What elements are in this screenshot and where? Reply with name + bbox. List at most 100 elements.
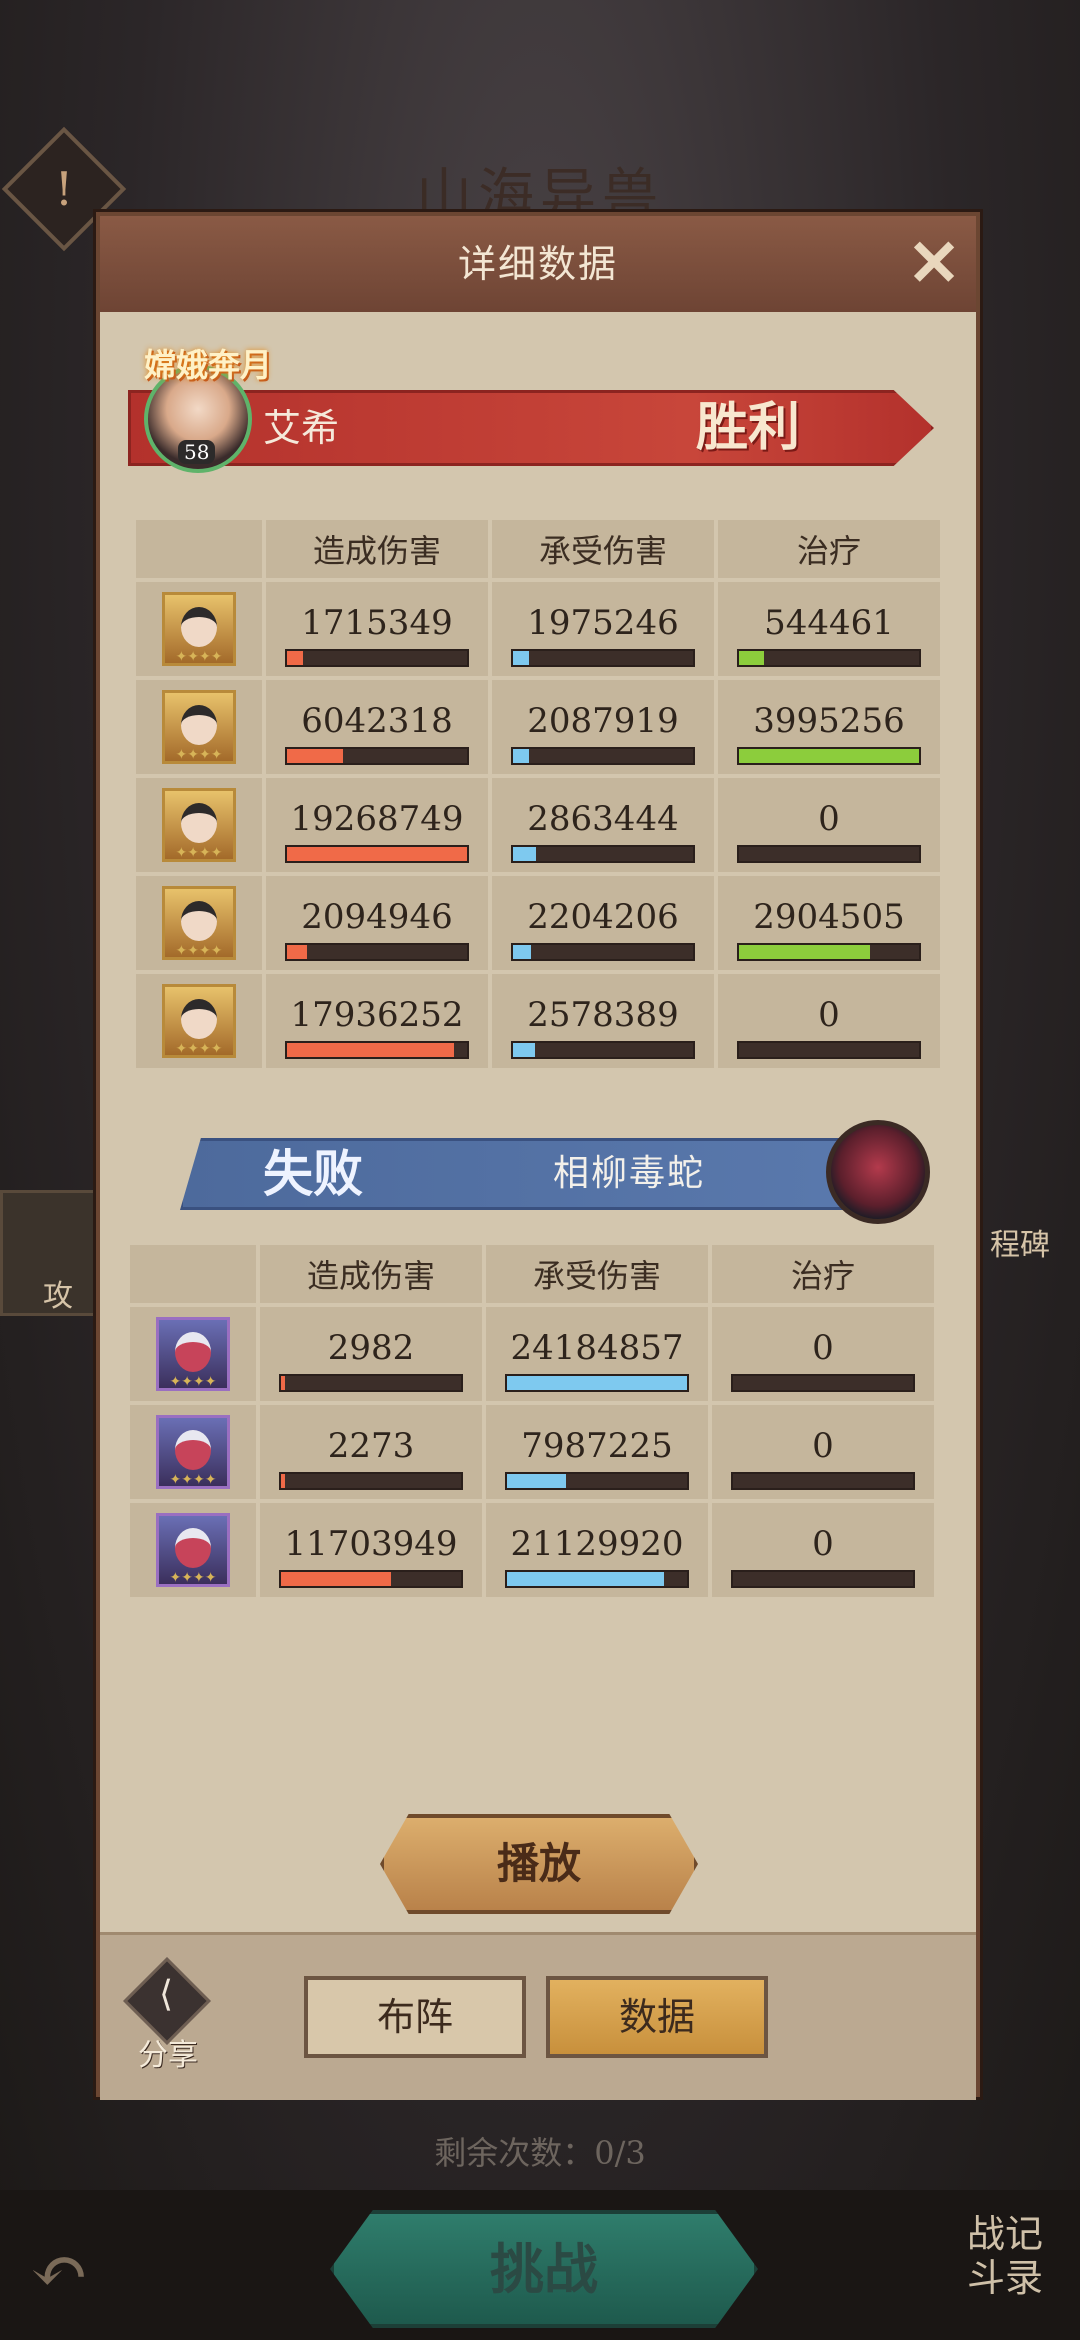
damage-taken-bar [511,845,695,863]
star-icon: ✦✦✦✦ [169,1570,217,1586]
healing-value: 0 [812,1328,834,1368]
damage-dealt-bar [279,1472,463,1490]
header-damage-dealt: 造成伤害 [266,520,488,578]
table-row: ✦✦✦✦ 17936252 2578389 0 [136,974,940,1068]
table-row: ✦✦✦✦ 19268749 2863444 0 [136,778,940,872]
header-damage-dealt: 造成伤害 [260,1245,482,1303]
loser-result: 失败 [263,1144,363,1203]
panel-title: 详细数据 [457,242,618,286]
damage-taken-value: 2578389 [527,995,679,1035]
side-right-label: 程碑 [990,1228,1050,1263]
share-icon: ⟨ [158,1974,174,2015]
healing-bar [737,943,921,961]
play-button[interactable]: 播放 [380,1814,698,1914]
damage-dealt-bar [285,845,469,863]
loser-name: 相柳毒蛇 [553,1153,706,1194]
side-button-left[interactable]: 攻 [0,1190,106,1316]
damage-dealt-bar-fill [287,651,304,665]
damage-dealt-cell: 1715349 [266,582,488,676]
side-button-right[interactable]: 程碑 [990,1220,1080,1320]
portrait-face [181,803,217,843]
winner-result: 胜利 [696,397,801,458]
portrait-face [175,1528,211,1568]
unit-cell: ✦✦✦✦ [136,876,262,970]
unit-cell: ✦✦✦✦ [130,1503,256,1597]
damage-taken-bar [505,1570,689,1588]
damage-dealt-value: 2094946 [301,897,453,937]
healing-bar-fill [739,651,765,665]
battle-record-button[interactable]: 战记斗录 [950,2212,1060,2300]
damage-dealt-cell: 17936252 [266,974,488,1068]
remaining-attempts: 剩余次数：0/3 [434,2134,646,2172]
damage-dealt-cell: 2273 [260,1405,482,1499]
star-icon: ✦✦✦✦ [175,649,223,665]
healing-cell: 0 [712,1503,934,1597]
healing-value: 0 [812,1426,834,1466]
healing-cell: 544461 [718,582,940,676]
healing-cell: 0 [718,974,940,1068]
star-icon: ✦✦✦✦ [175,845,223,861]
portrait-face [181,999,217,1039]
healing-cell: 2904505 [718,876,940,970]
damage-dealt-bar-fill [287,945,307,959]
lineup-tab-button[interactable]: 布阵 [304,1976,526,2058]
damage-taken-value: 2087919 [527,701,679,741]
star-icon: ✦✦✦✦ [169,1374,217,1390]
damage-dealt-value: 6042318 [301,701,453,741]
damage-dealt-value: 19268749 [290,799,464,839]
portrait-face [181,705,217,745]
table-row: ✦✦✦✦ 1715349 1975246 544461 [136,582,940,676]
damage-dealt-cell: 6042318 [266,680,488,774]
unit-cell: ✦✦✦✦ [130,1307,256,1401]
portrait-face [175,1430,211,1470]
header-healing: 治疗 [712,1245,934,1303]
table-row: ✦✦✦✦ 6042318 2087919 3995256 [136,680,940,774]
close-button[interactable]: ✕ [902,232,966,296]
background-title: 山海异兽 [416,163,664,228]
damage-dealt-cell: 2094946 [266,876,488,970]
unit-portrait[interactable]: ✦✦✦✦ [156,1415,230,1489]
damage-taken-bar-fill [507,1474,567,1488]
unit-portrait[interactable]: ✦✦✦✦ [162,788,236,862]
panel-footer [100,1932,976,2100]
damage-taken-bar [511,1041,695,1059]
unit-portrait[interactable]: ✦✦✦✦ [162,592,236,666]
healing-value: 2904505 [753,897,905,937]
header-damage-taken: 承受伤害 [492,520,714,578]
unit-portrait[interactable]: ✦✦✦✦ [162,886,236,960]
unit-portrait[interactable]: ✦✦✦✦ [162,690,236,764]
unit-portrait[interactable]: ✦✦✦✦ [162,984,236,1058]
healing-bar [731,1570,915,1588]
damage-dealt-bar-fill [281,1376,285,1390]
unit-cell: ✦✦✦✦ [130,1405,256,1499]
winner-level: 58 [178,440,216,464]
damage-taken-bar-fill [513,945,531,959]
portrait-face [175,1332,211,1372]
damage-dealt-cell: 2982 [260,1307,482,1401]
header-icon-cell [136,520,262,578]
damage-taken-bar-fill [513,651,530,665]
table-row: ✦✦✦✦ 2982 24184857 0 [130,1307,934,1401]
challenge-button[interactable]: 挑战 [330,2210,758,2328]
healing-bar [737,1041,921,1059]
damage-dealt-value: 11703949 [284,1524,458,1564]
star-icon: ✦✦✦✦ [175,943,223,959]
unit-portrait[interactable]: ✦✦✦✦ [156,1317,230,1391]
damage-dealt-bar-fill [281,1572,391,1586]
star-icon: ✦✦✦✦ [175,747,223,763]
damage-dealt-cell: 19268749 [266,778,488,872]
healing-value: 3995256 [753,701,905,741]
damage-taken-bar [505,1374,689,1392]
damage-taken-bar-fill [513,749,530,763]
healing-value: 544461 [764,603,894,643]
damage-taken-bar-fill [507,1376,687,1390]
data-tab-button[interactable]: 数据 [546,1976,768,2058]
unit-portrait[interactable]: ✦✦✦✦ [156,1513,230,1587]
back-arrow-icon[interactable]: ↶ [30,2230,140,2320]
damage-taken-bar [511,747,695,765]
damage-dealt-value: 2273 [327,1426,415,1466]
star-icon: ✦✦✦✦ [169,1472,217,1488]
portrait-face [181,607,217,647]
loser-avatar[interactable] [826,1120,930,1224]
unit-cell: ✦✦✦✦ [136,778,262,872]
